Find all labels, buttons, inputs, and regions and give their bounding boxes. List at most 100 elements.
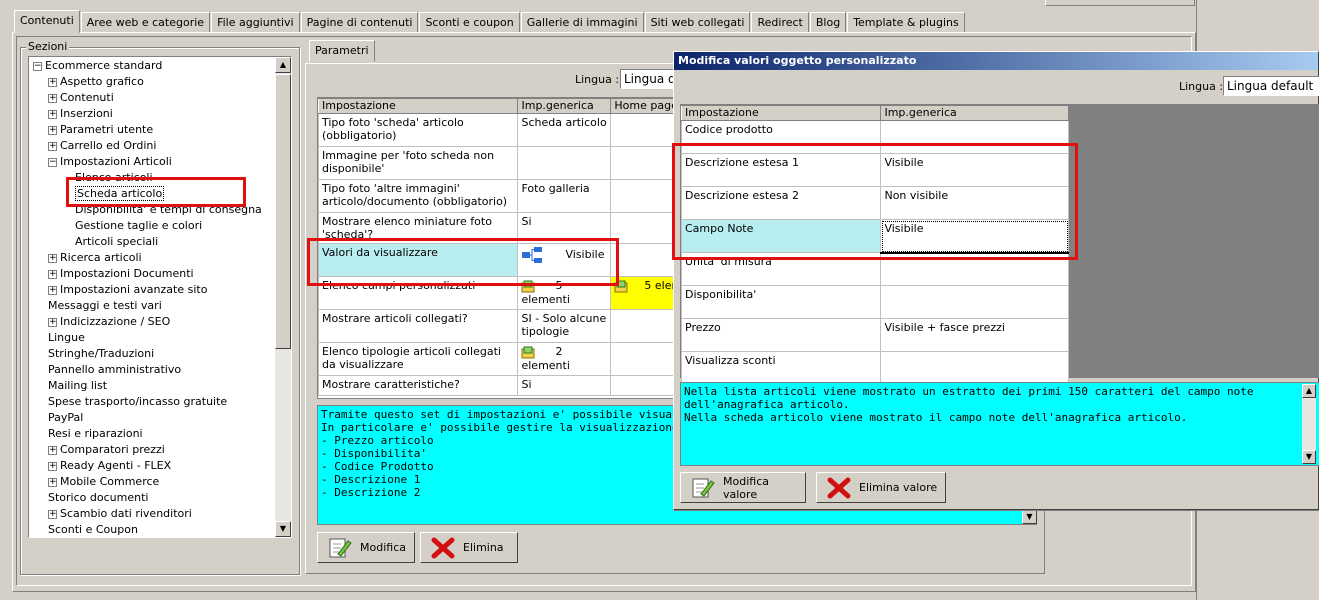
modifica-button[interactable]: Modifica <box>317 532 415 563</box>
params-header-homepage[interactable]: Home page <box>610 98 676 114</box>
expand-icon[interactable]: + <box>48 125 57 135</box>
params-header-impostazione[interactable]: Impostazione <box>318 98 519 114</box>
expand-icon[interactable]: + <box>48 77 57 87</box>
row-homepage[interactable] <box>610 375 676 396</box>
tree-item[interactable]: Sconti e Coupon <box>31 522 277 537</box>
tab-gallerie-di-immagini[interactable]: Gallerie di immagini <box>520 12 644 33</box>
tab-sconti-e-coupon[interactable]: Sconti e coupon <box>419 12 520 33</box>
row-value[interactable] <box>880 285 1069 319</box>
elimina-button[interactable]: Elimina <box>420 532 518 563</box>
row-homepage[interactable]: 5 elem <box>610 276 676 310</box>
dialog-desc-up-icon[interactable]: ▲ <box>1302 384 1316 398</box>
row-homepage[interactable] <box>610 212 676 244</box>
modifica-valore-button[interactable]: Modifica valore <box>680 472 806 503</box>
tab-contenuti[interactable]: Contenuti <box>14 10 80 33</box>
row-homepage[interactable] <box>610 243 676 277</box>
row-homepage[interactable] <box>610 146 676 180</box>
tree-item[interactable]: + Impostazioni avanzate sito <box>31 282 277 298</box>
expand-icon[interactable]: + <box>48 477 57 487</box>
tab-aree-web-e-categorie[interactable]: Aree web e categorie <box>80 12 211 33</box>
row-value[interactable]: Scheda articolo <box>517 113 612 147</box>
table-row[interactable]: Elenco tipologie articoli collegati da v… <box>318 342 676 376</box>
tree-item[interactable]: + Mobile Commerce <box>31 474 277 490</box>
tree-item[interactable]: + Parametri utente <box>31 122 277 138</box>
tree-scrollbar[interactable]: ▲ ▼ <box>275 57 291 537</box>
tree-item[interactable]: + Ready Agenti - FLEX <box>31 458 277 474</box>
expand-icon[interactable]: + <box>48 461 57 471</box>
tree-item[interactable]: Articoli speciali <box>31 234 277 250</box>
tree-item[interactable]: Lingue <box>31 330 277 346</box>
row-value[interactable]: 2 elementi <box>517 342 612 376</box>
tree-item[interactable]: Storico documenti <box>31 490 277 506</box>
tree-item[interactable]: Spese trasporto/incasso gratuite <box>31 394 277 410</box>
elimina-valore-button[interactable]: Elimina valore <box>816 472 946 503</box>
tab-blog[interactable]: Blog <box>809 12 847 33</box>
tree-item[interactable]: Messaggi e testi vari <box>31 298 277 314</box>
table-row[interactable]: Mostrare caratteristiche? Si <box>318 375 676 396</box>
table-row[interactable]: Prezzo Visibile + fasce prezzi <box>680 318 1069 352</box>
tab-file-aggiuntivi[interactable]: File aggiuntivi <box>211 12 300 33</box>
collapse-icon[interactable]: − <box>33 61 42 71</box>
tree-item[interactable]: + Ricerca articoli <box>31 250 277 266</box>
row-homepage[interactable] <box>610 342 676 376</box>
row-value[interactable] <box>517 146 612 180</box>
table-row[interactable]: Tipo foto 'altre immagini' articolo/docu… <box>318 179 676 213</box>
row-homepage[interactable] <box>610 113 676 147</box>
sections-tree[interactable]: − Ecommerce standard + Aspetto grafico + Cont… <box>28 56 292 538</box>
table-row[interactable]: Tipo foto 'scheda' articolo (obbligatori… <box>318 113 676 147</box>
tree-item[interactable]: Pannello amministrativo <box>31 362 277 378</box>
dialog-lingua-select[interactable]: Lingua default <box>1223 76 1319 96</box>
tree-item[interactable]: + Scambio dati rivenditori <box>31 506 277 522</box>
expand-icon[interactable]: + <box>48 141 57 151</box>
desc-scroll-down-icon[interactable]: ▼ <box>1022 510 1037 524</box>
tree-item[interactable]: Gestione taglie e colori <box>31 218 277 234</box>
tree-item[interactable]: PayPal <box>31 410 277 426</box>
row-homepage[interactable] <box>610 309 676 343</box>
expand-icon[interactable]: + <box>48 109 57 119</box>
row-value[interactable]: Foto galleria <box>517 179 612 213</box>
tree-item[interactable]: + Inserzioni <box>31 106 277 122</box>
expand-icon[interactable]: + <box>48 285 57 295</box>
scroll-up-icon[interactable]: ▲ <box>275 57 291 73</box>
table-row[interactable]: Immagine per 'foto scheda non disponibil… <box>318 146 676 180</box>
tab-redirect[interactable]: Redirect <box>751 12 809 33</box>
expand-icon[interactable]: + <box>48 445 57 455</box>
dialog-desc-down-icon[interactable]: ▼ <box>1302 450 1316 464</box>
tree-item[interactable]: + Aspetto grafico <box>31 74 277 90</box>
expand-icon[interactable]: + <box>48 253 57 263</box>
scroll-down-icon[interactable]: ▼ <box>275 521 291 537</box>
tree-item[interactable]: Stringhe/Traduzioni <box>31 346 277 362</box>
dialog-header-impostazione[interactable]: Impostazione <box>680 105 882 121</box>
tab-pagine-di-contenuti[interactable]: Pagine di contenuti <box>300 12 419 33</box>
tree-item[interactable]: − Ecommerce standard <box>31 58 277 74</box>
expand-icon[interactable]: + <box>48 269 57 279</box>
tab-siti-web-collegati[interactable]: Siti web collegati <box>644 12 751 33</box>
tree-item[interactable]: + Comparatori prezzi <box>31 442 277 458</box>
tab-template-plugins[interactable]: Template & plugins <box>847 12 965 33</box>
tree-item[interactable]: Resi e riparazioni <box>31 426 277 442</box>
params-header-impgenerica[interactable]: Imp.generica <box>517 98 612 114</box>
expand-icon[interactable]: + <box>48 509 57 519</box>
expand-icon[interactable]: + <box>48 317 57 327</box>
tree-item[interactable]: + Contenuti <box>31 90 277 106</box>
collapse-icon[interactable]: − <box>48 157 57 167</box>
scroll-thumb[interactable] <box>275 74 291 349</box>
tree-item[interactable]: + Impostazioni Documenti <box>31 266 277 282</box>
table-row[interactable]: Disponibilita' <box>680 285 1069 319</box>
row-homepage[interactable] <box>610 179 676 213</box>
tab-parametri[interactable]: Parametri <box>309 40 375 62</box>
table-row[interactable]: Mostrare articoli collegati? SI - Solo al… <box>318 309 676 343</box>
tree-item[interactable]: + Indicizzazione / SEO <box>31 314 277 330</box>
tree-item[interactable]: Mailing list <box>31 378 277 394</box>
expand-icon[interactable]: + <box>48 93 57 103</box>
row-value[interactable]: SI - Solo alcune tipologie <box>517 309 612 343</box>
dialog-title[interactable]: Modifica valori oggetto personalizzato <box>674 52 1318 70</box>
tree-item[interactable]: + Carrello ed Ordini <box>31 138 277 154</box>
dialog-header-impgenerica[interactable]: Imp.generica <box>880 105 1069 121</box>
table-row[interactable]: Visualizza sconti <box>680 351 1069 385</box>
tree-item[interactable]: − Impostazioni Articoli <box>31 154 277 170</box>
dialog-desc-scrollbar[interactable]: ▲ ▼ <box>1302 384 1316 464</box>
row-value[interactable]: Visibile + fasce prezzi <box>880 318 1069 352</box>
row-value[interactable] <box>880 351 1069 385</box>
row-value[interactable]: Si <box>517 375 612 396</box>
